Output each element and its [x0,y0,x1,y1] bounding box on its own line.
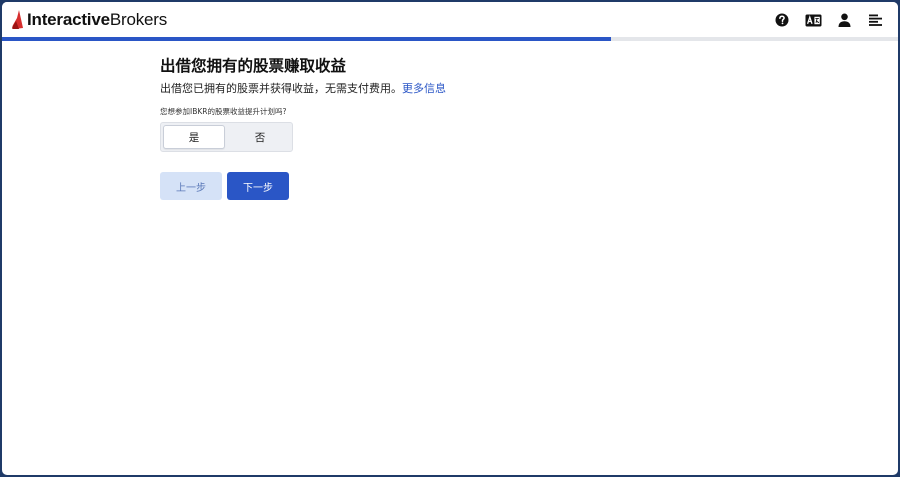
header: InteractiveBrokers [2,2,898,37]
more-info-link[interactable]: 更多信息 [402,82,446,95]
option-no[interactable]: 否 [227,123,293,151]
question-label: 您想参加IBKR的股票收益提升计划吗? [160,107,287,116]
nav-buttons: 上一步 下一步 [160,172,680,200]
progress-bar-fill [2,37,612,41]
main-content: 出借您拥有的股票赚取收益 出借您已拥有的股票并获得收益，无需支付费用。更多信息 … [160,56,680,200]
help-icon[interactable] [773,11,791,29]
option-yes[interactable]: 是 [163,125,225,149]
logo-flame-icon [12,10,23,29]
logo[interactable]: InteractiveBrokers [12,9,167,31]
page-title: 出借您拥有的股票赚取收益 [160,57,347,75]
header-icons [760,11,884,29]
app-window: InteractiveBrokers 出借您拥有的股票赚取收益 出借您已拥有的股… [2,2,898,475]
menu-icon[interactable] [866,11,884,29]
next-button[interactable]: 下一步 [227,172,289,200]
logo-text: InteractiveBrokers [27,10,167,30]
yes-no-toggle: 是 否 [160,122,293,152]
back-button[interactable]: 上一步 [160,172,222,200]
logo-text-bold: Interactive [27,10,110,29]
translate-icon[interactable] [804,11,822,29]
logo-text-regular: Brokers [109,10,168,29]
subtitle-text: 出借您已拥有的股票并获得收益，无需支付费用。 [160,82,402,95]
page-subtitle: 出借您已拥有的股票并获得收益，无需支付费用。更多信息 [160,82,680,96]
progress-bar [2,37,898,41]
user-icon[interactable] [835,11,853,29]
